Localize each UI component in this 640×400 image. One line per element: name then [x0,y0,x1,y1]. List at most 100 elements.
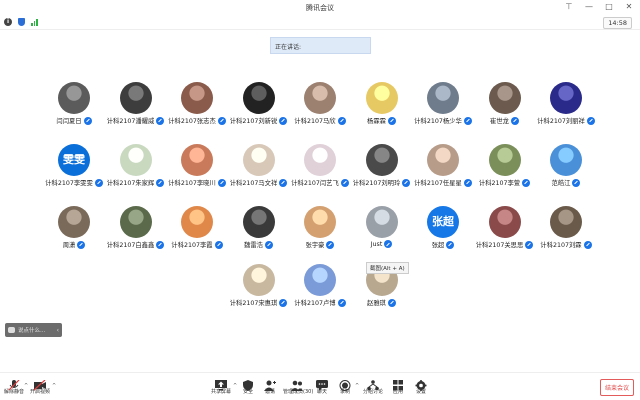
window-title: 腾讯会议 [306,4,334,12]
mic-muted-icon [583,240,592,249]
video-off-icon [33,376,46,391]
avatar: 张超 [427,206,459,238]
info-icon[interactable]: i [4,18,12,26]
participant-name: 赵雅琪 [367,300,386,307]
participant-tile[interactable]: 计科2107刘明玲 [349,144,415,200]
participant-tile[interactable]: 计科2107宋惠琪 [226,264,292,320]
participant-tile[interactable]: 计科2107李霞 [164,206,230,262]
mic-muted-icon [337,298,346,307]
participant-tile[interactable]: 计科2107马欣 [287,82,353,138]
video-button[interactable]: 开启视频 [26,376,54,395]
share-screen-icon [215,376,227,391]
close-icon[interactable]: ✕ [624,2,634,12]
chat-input-pill[interactable]: 说点什么... ‹ [5,323,62,337]
participant-name: 计科2107白鑫鑫 [106,242,155,249]
participant-name-row: 计科2107张志杰 [164,116,230,125]
participant-tile[interactable]: 崔世龙 [472,82,538,138]
chevron-up-icon[interactable]: ^ [52,383,56,389]
avatar [181,82,213,114]
participant-tile[interactable]: 计科2107张志杰 [164,82,230,138]
mic-muted-icon [384,240,393,248]
participant-tile[interactable]: 计科2107马文祥 [226,144,292,200]
avatar [365,206,398,238]
participant-tile[interactable]: 杨霖霖 [349,82,415,138]
participant-tile[interactable]: 计科2107闫艺飞 [287,144,353,200]
participant-name: 张超 [431,242,445,249]
end-meeting-button[interactable]: 结束会议 [599,379,634,396]
signal-icon[interactable] [31,18,38,26]
participant-name: 杨霖霖 [367,118,386,125]
avatar [304,82,336,114]
meeting-timer: 14:58 [603,17,632,29]
avatar [488,144,521,176]
participant-name-row: 闫闫夏日 [41,116,107,125]
participant-name-row: 计科2107关思思 [472,240,538,249]
participant-tile[interactable]: 雯雯 计科2107李雯雯 [41,144,107,200]
mic-muted-icon [572,178,581,187]
participant-tile[interactable]: 计科2107朱家辉 [103,144,169,200]
participant-name-row: 杨霖霖 [349,116,415,125]
participant-name: 计科2107杨少华 [414,118,462,125]
participant-tile[interactable]: 魏雷浩 [226,206,292,262]
participant-tile[interactable]: 计科2107刘丽祥 [533,82,599,138]
participant-name-row: 计科2107任星星 [410,178,476,187]
avatar [365,82,398,114]
speaking-indicator: 正在讲话: [270,37,371,54]
avatar [242,82,275,114]
manage-members-button[interactable]: 管理成员(30) [283,376,313,395]
collapse-icon[interactable]: ‹ [57,327,59,334]
participant-name-row: 计科2107卢博 [287,298,353,307]
apps-icon [392,376,404,391]
participant-name: 崔世龙 [490,118,509,125]
participant-name: 计科2107刘丽祥 [537,118,585,125]
participant-tile[interactable]: 周潇 [41,206,107,262]
avatar [550,144,582,176]
settings-button[interactable]: 设置 [407,376,435,395]
avatar [242,264,275,296]
participant-tile[interactable]: 计科2107李晓川 [164,144,230,200]
mic-muted-icon [522,178,531,187]
shield-icon[interactable] [18,18,25,26]
participant-tile[interactable]: Just [349,206,415,262]
window-controls: ⊤ — □ ✕ [564,2,634,12]
avatar [242,144,275,176]
mic-muted-icon [8,376,20,391]
participant-name-row: 计科2107李霞 [164,240,230,249]
participant-tile[interactable]: 计科2107关思思 [472,206,538,262]
participant-tile[interactable]: 计科2107卢博 [287,264,353,320]
avatar [304,264,336,296]
breakout-button[interactable]: 分组讨论 [359,376,387,395]
avatar [242,206,275,238]
participant-name-row: 计科2107刘霖 [533,240,599,249]
participant-name: 计科2107闫艺飞 [291,180,339,187]
record-icon [339,376,351,391]
avatar [488,82,521,114]
avatar [304,144,336,176]
participant-tile[interactable]: 计科2107杨少华 [410,82,476,138]
participant-tile[interactable]: 计科2107李萱 [472,144,538,200]
participant-tile[interactable]: 计科2107刘新锐 [226,82,292,138]
participant-name: 计科2107宋惠琪 [229,300,278,307]
participant-name: 闫闫夏日 [56,118,82,125]
maximize-icon[interactable]: □ [604,2,614,12]
avatar [427,82,459,114]
invite-button[interactable]: 邀请 [256,376,284,395]
participant-tile[interactable]: 张宇豪 [287,206,353,262]
participant-tile[interactable]: 计科2107潘耀威 [103,82,169,138]
participant-tile[interactable]: 计科2107白鑫鑫 [103,206,169,262]
participant-tile[interactable]: 闫闫夏日 [41,82,107,138]
share-screen-button[interactable]: 共享屏幕 [207,376,235,395]
avatar [550,82,582,114]
participant-name: 计科2107张志杰 [168,118,216,125]
pin-icon[interactable]: ⊤ [564,2,574,12]
breakout-icon [367,376,379,391]
participant-tile[interactable]: 张超 张超 [410,206,476,262]
participant-name-row: 计科2107刘明玲 [349,178,415,187]
chat-bubble-icon [8,327,15,333]
avatar [365,144,398,176]
participant-tile[interactable]: 计科2107任星星 [410,144,476,200]
participant-tile[interactable]: 计科2107刘霖 [533,206,599,262]
participant-name: 魏雷浩 [244,242,263,249]
participant-tile[interactable]: 范皓江 [533,144,599,200]
minimize-icon[interactable]: — [584,2,594,12]
